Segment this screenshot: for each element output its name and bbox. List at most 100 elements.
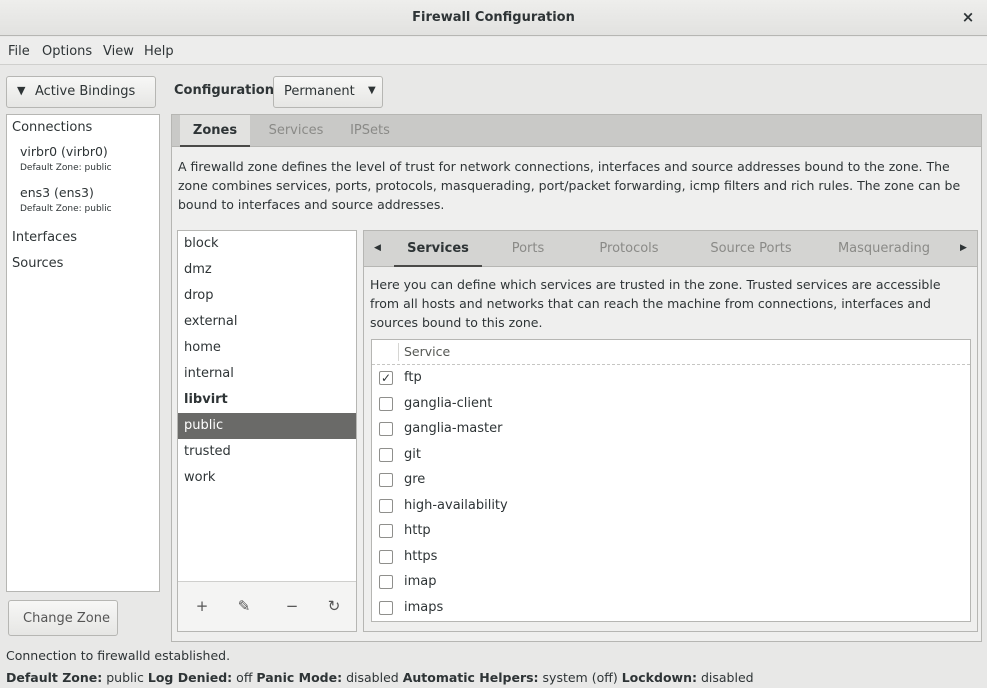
connection-ens3-zone: Default Zone: public <box>20 204 112 214</box>
log-denied-label: Log Denied: <box>147 670 233 685</box>
scroll-right-icon[interactable]: ▶ <box>960 243 967 253</box>
subtab-services[interactable]: Services <box>394 231 482 267</box>
automatic-helpers-label: Automatic Helpers: <box>402 670 539 685</box>
service-name: ftp <box>404 370 422 385</box>
service-row[interactable]: https <box>372 545 970 570</box>
zones-description: A firewalld zone defines the level of tr… <box>178 159 961 212</box>
menu-bar: File Options View Help <box>0 37 987 65</box>
service-row[interactable]: git <box>372 443 970 468</box>
menu-help[interactable]: Help <box>144 44 174 59</box>
sources-heading[interactable]: Sources <box>12 256 63 271</box>
checkbox[interactable] <box>379 422 393 436</box>
service-name: ganglia-master <box>404 421 503 436</box>
column-separator <box>398 343 399 361</box>
window-title: Firewall Configuration <box>412 10 575 25</box>
connection-status: Connection to firewalld established. <box>6 648 231 663</box>
connections-heading[interactable]: Connections <box>12 120 92 135</box>
checkbox[interactable] <box>379 447 393 462</box>
zone-item[interactable]: internal <box>178 361 356 387</box>
menu-options[interactable]: Options <box>42 44 92 59</box>
firewall-status-line: Default Zone: public Log Denied: off Pan… <box>6 670 754 685</box>
service-row[interactable]: ganglia-master <box>372 417 970 442</box>
title-bar: Firewall Configuration × <box>0 0 987 36</box>
service-row[interactable]: imap <box>372 570 970 595</box>
change-zone-label: Change Zone <box>23 611 111 626</box>
checkbox[interactable] <box>379 498 393 513</box>
connection-virbr0[interactable]: virbr0 (virbr0) <box>20 144 108 159</box>
tab-zones[interactable]: Zones <box>180 115 250 147</box>
service-name: gre <box>404 472 426 487</box>
menu-file[interactable]: File <box>8 44 30 59</box>
edit-icon[interactable]: ✎ <box>234 597 254 615</box>
zone-item[interactable]: external <box>178 309 356 335</box>
automatic-helpers-value: system (off) <box>542 670 618 685</box>
service-name: imaps <box>404 599 444 615</box>
default-zone-value: public <box>106 670 144 685</box>
lockdown-label: Lockdown: <box>621 670 697 685</box>
interfaces-heading[interactable]: Interfaces <box>12 230 77 245</box>
scroll-left-icon[interactable]: ◀ <box>374 243 381 253</box>
connection-virbr0-zone: Default Zone: public <box>20 163 112 173</box>
zone-item[interactable]: trusted <box>178 439 356 465</box>
add-icon[interactable]: + <box>192 597 212 615</box>
service-name: ganglia-client <box>404 395 493 411</box>
checkbox[interactable] <box>379 600 393 615</box>
zone-item-selected[interactable]: public <box>178 413 356 439</box>
checkbox[interactable] <box>379 575 393 589</box>
panic-mode-label: Panic Mode: <box>256 670 343 685</box>
subtab-protocols[interactable]: Protocols <box>584 231 674 267</box>
zone-item[interactable]: home <box>178 335 356 361</box>
service-name: git <box>404 446 421 462</box>
service-column-header[interactable]: Service <box>404 344 450 359</box>
default-zone-label: Default Zone: <box>6 670 103 685</box>
remove-icon[interactable]: − <box>282 597 302 615</box>
service-name: imap <box>404 574 437 589</box>
service-name: http <box>404 523 431 538</box>
subtab-masquerading[interactable]: Masquerading <box>824 231 944 267</box>
service-row[interactable]: gre <box>372 468 970 493</box>
chevron-down-icon: ▼ <box>17 84 26 97</box>
panic-mode-value: disabled <box>346 670 399 685</box>
service-row[interactable]: imaps <box>372 596 970 621</box>
reload-icon[interactable]: ↻ <box>324 597 344 615</box>
services-description: Here you can define which services are t… <box>370 277 941 330</box>
dropdown-caret-icon: ▼ <box>368 85 376 96</box>
services-table: Service ✓ ftp ganglia-client ganglia-master… <box>371 339 971 622</box>
zone-settings-panel: ◀ Services Ports Protocols Source Ports … <box>363 230 978 632</box>
zone-item[interactable]: work <box>178 465 356 491</box>
close-icon[interactable]: × <box>959 8 977 26</box>
service-row[interactable]: ✓ ftp <box>372 366 970 391</box>
checkbox[interactable] <box>379 396 393 411</box>
configuration-value: Permanent <box>284 84 355 99</box>
zone-item[interactable]: libvirt <box>178 387 356 413</box>
checkbox[interactable] <box>379 524 393 538</box>
service-name: high-availability <box>404 497 508 513</box>
active-bindings-button[interactable]: ▼ Active Bindings <box>6 76 156 108</box>
zone-item[interactable]: dmz <box>178 257 356 283</box>
connection-ens3[interactable]: ens3 (ens3) <box>20 185 94 200</box>
zone-toolbar: + ✎ − ↻ <box>178 581 356 631</box>
service-row[interactable]: high-availability <box>372 494 970 519</box>
subtab-ports[interactable]: Ports <box>498 231 558 267</box>
checkbox[interactable] <box>379 473 393 487</box>
checkbox-checked[interactable]: ✓ <box>379 371 393 385</box>
checkbox[interactable] <box>379 549 393 564</box>
change-zone-button[interactable]: Change Zone <box>8 600 118 636</box>
configuration-select[interactable]: Permanent ▼ <box>273 76 383 108</box>
active-bindings-label: Active Bindings <box>35 84 136 99</box>
service-row[interactable]: http <box>372 519 970 544</box>
zone-sub-tabs: ◀ Services Ports Protocols Source Ports … <box>364 231 977 267</box>
bindings-panel: Connections virbr0 (virbr0) Default Zone… <box>6 114 160 592</box>
zone-item[interactable]: drop <box>178 283 356 309</box>
top-tabs: Zones Services IPSets <box>172 115 981 147</box>
configuration-label: Configuration: <box>174 83 280 98</box>
service-row[interactable]: ganglia-client <box>372 392 970 417</box>
tab-services[interactable]: Services <box>256 115 336 147</box>
tab-ipsets[interactable]: IPSets <box>340 115 400 147</box>
zone-item[interactable]: block <box>178 231 356 257</box>
service-name: https <box>404 548 438 564</box>
services-table-header: Service <box>372 340 970 365</box>
zone-list: block dmz drop external home internal li… <box>177 230 357 632</box>
subtab-source-ports[interactable]: Source Ports <box>696 231 806 267</box>
menu-view[interactable]: View <box>103 44 134 59</box>
